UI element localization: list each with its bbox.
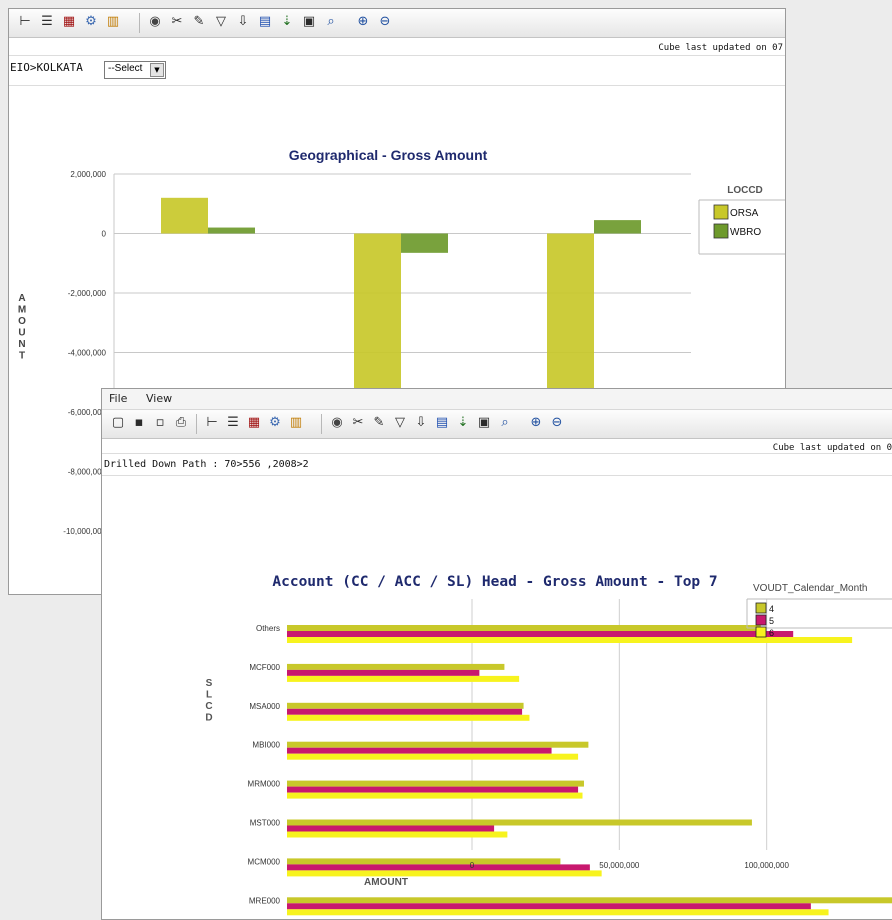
y-tick-label: MCM000 xyxy=(248,857,281,866)
y-axis-letter: T xyxy=(19,351,25,362)
bar-wbro[interactable] xyxy=(208,228,255,234)
bar-month-6[interactable] xyxy=(287,754,578,760)
chart-title: Account (CC / ACC / SL) Head - Gross Amo… xyxy=(272,574,717,590)
bar-month-4[interactable] xyxy=(287,897,892,903)
y-axis-label: AMOUNT xyxy=(18,293,26,362)
bar-orsa[interactable] xyxy=(161,198,208,234)
bar-month-6[interactable] xyxy=(287,793,583,799)
y-axis-letter: S xyxy=(206,678,213,689)
legend-label: 5 xyxy=(769,616,774,626)
bar-month-5[interactable] xyxy=(287,631,793,637)
bar-month-5[interactable] xyxy=(287,748,552,754)
legend-label: WBRO xyxy=(730,227,761,238)
bar-month-4[interactable] xyxy=(287,820,752,826)
y-tick-label: MBI000 xyxy=(252,741,280,750)
legend-swatch xyxy=(756,615,766,625)
y-axis-letter: M xyxy=(18,305,26,316)
legend-swatch xyxy=(756,603,766,613)
bar-month-6[interactable] xyxy=(287,832,507,838)
legend-label: 6 xyxy=(769,628,774,638)
y-tick-label: 2,000,000 xyxy=(70,170,106,179)
x-axis-label: AMOUNT xyxy=(364,877,408,888)
bar-month-4[interactable] xyxy=(287,858,560,864)
y-tick-label: MRE000 xyxy=(249,896,281,905)
bar-month-6[interactable] xyxy=(287,637,852,643)
y-axis-letter: U xyxy=(18,328,25,339)
bar-month-6[interactable] xyxy=(287,676,519,682)
y-axis-letter: L xyxy=(206,690,212,701)
y-axis-label: SLCD xyxy=(205,678,212,724)
legend-swatch xyxy=(714,224,728,238)
bar-wbro[interactable] xyxy=(401,234,448,253)
bar-month-5[interactable] xyxy=(287,709,522,715)
y-tick-label: 0 xyxy=(102,230,107,239)
bar-month-5[interactable] xyxy=(287,670,479,676)
x-tick-label: 0 xyxy=(470,861,475,870)
bar-month-4[interactable] xyxy=(287,625,761,631)
y-axis-letter: A xyxy=(18,293,25,304)
bar-month-4[interactable] xyxy=(287,664,504,670)
legend-title: LOCCD xyxy=(727,185,763,196)
bar-wbro[interactable] xyxy=(594,220,641,233)
legend-title: VOUDT_Calendar_Month xyxy=(753,583,868,594)
legend-swatch xyxy=(714,205,728,219)
chart-title: Geographical - Gross Amount xyxy=(289,147,488,163)
bar-month-4[interactable] xyxy=(287,742,588,748)
y-axis-letter: D xyxy=(205,713,212,724)
x-tick-label: 100,000,000 xyxy=(744,861,789,870)
legend-swatch xyxy=(756,627,766,637)
bar-month-6[interactable] xyxy=(287,909,829,915)
y-tick-label: -2,000,000 xyxy=(68,289,107,298)
bar-month-6[interactable] xyxy=(287,715,529,721)
bar-month-4[interactable] xyxy=(287,703,524,709)
bar-month-4[interactable] xyxy=(287,781,584,787)
y-tick-label: MRM000 xyxy=(248,780,281,789)
bar-month-5[interactable] xyxy=(287,903,811,909)
y-tick-label: MST000 xyxy=(250,819,281,828)
x-tick-label: 50,000,000 xyxy=(599,861,640,870)
y-axis-letter: O xyxy=(18,316,26,327)
legend-label: 4 xyxy=(769,604,774,614)
account-head-report-window: File View ▢▪▫⎙⊢☰▦⚙▥◉✂✎▽⇩▤⇣▣⌕⊕⊖ Cube last… xyxy=(101,388,892,920)
bar-month-5[interactable] xyxy=(287,787,578,793)
y-tick-label: -4,000,000 xyxy=(68,349,107,358)
bar-month-5[interactable] xyxy=(287,826,494,832)
bar-month-5[interactable] xyxy=(287,864,590,870)
y-axis-letter: C xyxy=(205,701,212,712)
legend-label: ORSA xyxy=(730,208,759,219)
account-head-bar-chart: Account (CC / ACC / SL) Head - Gross Amo… xyxy=(102,389,892,919)
bar-month-6[interactable] xyxy=(287,870,602,876)
y-tick-label: MCF000 xyxy=(249,663,280,672)
legend: 4 5 6 xyxy=(747,599,892,638)
y-axis-letter: N xyxy=(18,339,25,350)
legend: ORSA WBRO xyxy=(699,200,785,254)
y-tick-label: Others xyxy=(256,624,280,633)
y-tick-label: MSA000 xyxy=(249,702,280,711)
